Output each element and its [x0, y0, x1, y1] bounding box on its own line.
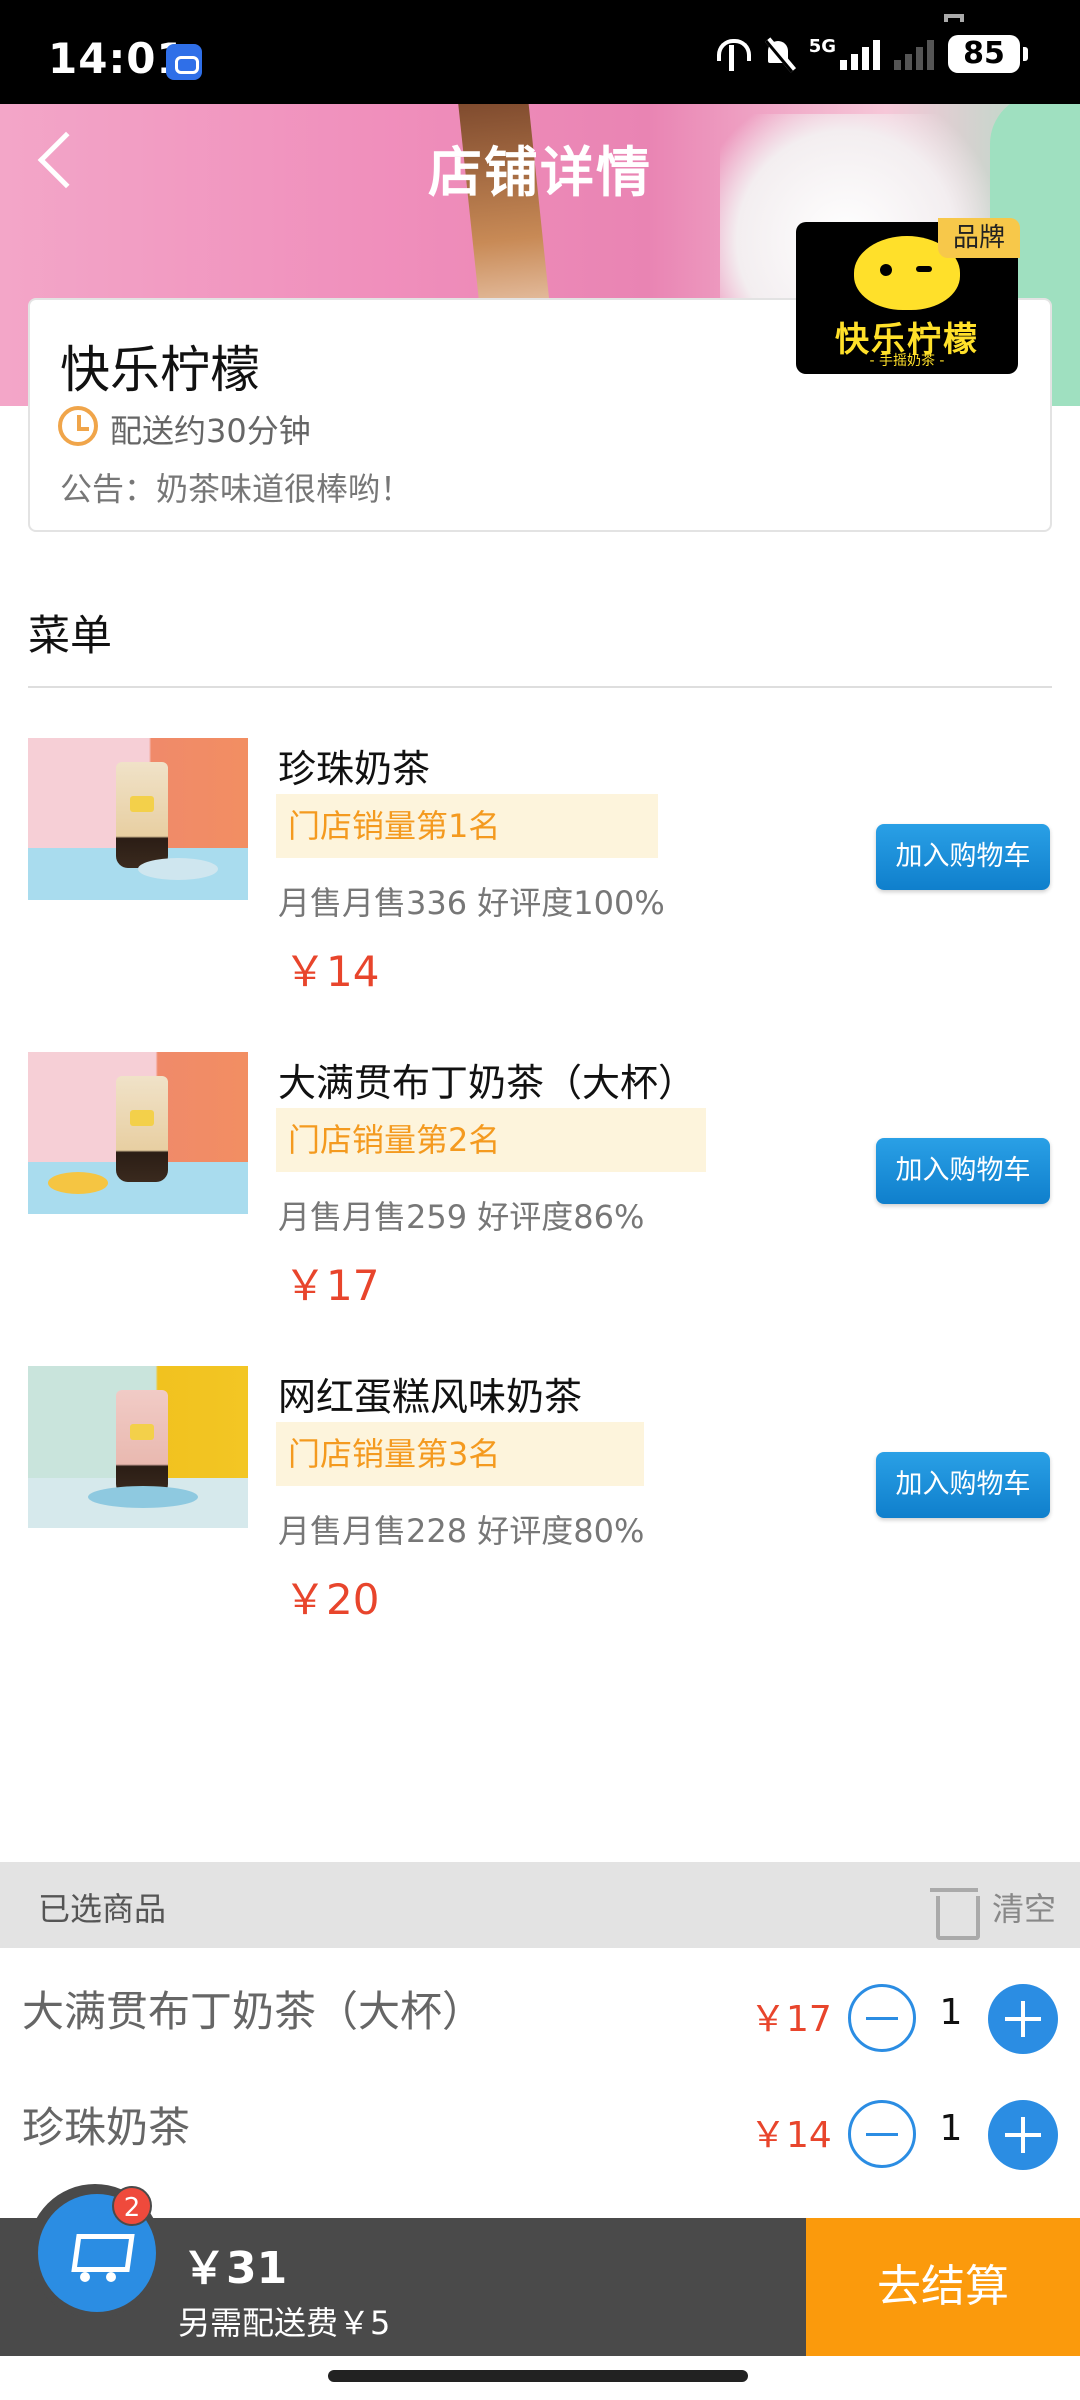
product-price: ￥20 [284, 1575, 380, 1624]
status-bar: 14:01 5G 85 [0, 0, 1080, 104]
signal-icon [840, 38, 880, 70]
product-sales: 月售月售259 好评度86% [278, 1198, 645, 1236]
delivery-fee: 另需配送费￥5 [178, 2304, 391, 2342]
menu-title: 菜单 [28, 611, 113, 660]
clock-icon [58, 406, 98, 446]
item-quantity: 1 [939, 1992, 963, 2033]
product-name: 大满贯布丁奶茶（大杯） [278, 1061, 697, 1105]
selected-title: 已选商品 [38, 1890, 167, 1928]
checkout-button[interactable]: 去结算 [806, 2218, 1080, 2356]
product-sales: 月售月售228 好评度80% [278, 1512, 645, 1550]
increase-quantity-button[interactable] [988, 2100, 1058, 2170]
decrease-quantity-button[interactable] [848, 2100, 916, 2168]
status-icons: 5G 85 [715, 34, 1028, 74]
rank-badge: 门店销量第2名 [276, 1108, 706, 1172]
logo-subtext: - 手摇奶茶 - [869, 353, 945, 369]
selected-item: 大满贯布丁奶茶（大杯） ￥17 1 [0, 1948, 1080, 2064]
product-price: ￥14 [284, 947, 380, 996]
product-name: 珍珠奶茶 [278, 747, 431, 791]
shop-notice: 公告：奶茶味道很棒哟！ [60, 470, 413, 508]
item-quantity: 1 [939, 2108, 963, 2149]
decrease-quantity-button[interactable] [848, 1984, 916, 2052]
link-app-icon [166, 44, 202, 80]
add-to-cart-button[interactable]: 加入购物车 [876, 1452, 1050, 1518]
shop-name: 快乐柠檬 [60, 341, 260, 399]
divider [28, 686, 1052, 688]
product-image [28, 1052, 248, 1214]
product-price: ￥17 [284, 1261, 380, 1310]
network-type: 5G [808, 36, 836, 57]
clear-cart-label[interactable]: 清空 [992, 1884, 1056, 1930]
rank-badge: 门店销量第3名 [276, 1422, 644, 1486]
cart-total: ￥31 [182, 2243, 288, 2294]
selected-item-price: ￥17 [750, 1999, 832, 2040]
signal-2-icon [894, 38, 934, 70]
home-indicator[interactable] [328, 2370, 748, 2382]
add-to-cart-button[interactable]: 加入购物车 [876, 1138, 1050, 1204]
selected-item-name: 大满贯布丁奶茶（大杯） [22, 1987, 485, 2036]
product-name: 网红蛋糕风味奶茶 [278, 1375, 583, 1419]
battery-icon: 85 [948, 35, 1028, 73]
increase-quantity-button[interactable] [988, 1984, 1058, 2054]
selected-item: 珍珠奶茶 ￥14 1 [0, 2064, 1080, 2180]
rank-badge: 门店销量第1名 [276, 794, 658, 858]
delivery-time: 配送约30分钟 [110, 412, 311, 450]
product-sales: 月售月售336 好评度100% [278, 884, 665, 922]
mute-bell-icon [763, 37, 795, 71]
hotspot-icon [715, 37, 751, 71]
product-image [28, 738, 248, 900]
cart-count-badge: 2 [112, 2186, 152, 2226]
page-title: 店铺详情 [428, 141, 652, 204]
selected-header: 已选商品 清空 [0, 1862, 1080, 1948]
add-to-cart-button[interactable]: 加入购物车 [876, 824, 1050, 890]
shopping-cart-icon[interactable] [66, 2230, 130, 2284]
product-item: 网红蛋糕风味奶茶 门店销量第3名 月售月售228 好评度80% ￥20 加入购物… [0, 1366, 1080, 1666]
product-image [28, 1366, 248, 1528]
trash-icon[interactable] [928, 1880, 980, 1940]
brand-badge: 品牌 [938, 218, 1020, 258]
product-item: 大满贯布丁奶茶（大杯） 门店销量第2名 月售月售259 好评度86% ￥17 加… [0, 1052, 1080, 1352]
selected-item-name: 珍珠奶茶 [22, 2103, 191, 2152]
product-item: 珍珠奶茶 门店销量第1名 月售月售336 好评度100% ￥14 加入购物车 [0, 738, 1080, 1038]
selected-item-price: ￥14 [750, 2115, 832, 2156]
